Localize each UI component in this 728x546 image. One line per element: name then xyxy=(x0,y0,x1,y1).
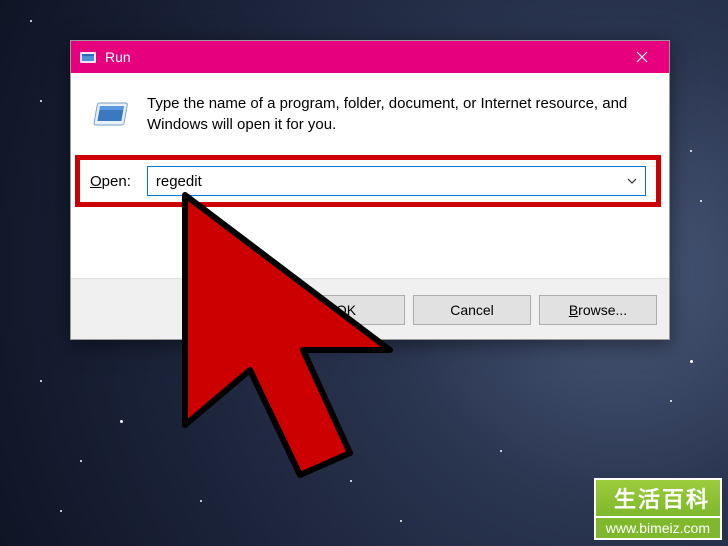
chevron-down-icon xyxy=(627,178,637,184)
dropdown-button[interactable] xyxy=(619,178,645,184)
open-label: Open: xyxy=(90,173,131,190)
open-input[interactable] xyxy=(148,173,619,190)
run-dialog: Run Type the name of a program, folder, … xyxy=(70,40,670,340)
open-input-highlight: Open: xyxy=(75,155,661,207)
dialog-description: Type the name of a program, folder, docu… xyxy=(147,93,649,135)
ok-button[interactable]: OK xyxy=(287,295,405,325)
close-button[interactable] xyxy=(619,41,665,73)
dialog-title: Run xyxy=(105,49,619,65)
run-dialog-icon xyxy=(91,95,131,135)
open-combobox[interactable] xyxy=(147,166,646,196)
browse-button[interactable]: Browse... xyxy=(539,295,657,325)
dialog-buttons: OK Cancel Browse... xyxy=(71,278,669,339)
watermark-url: www.bimeiz.com xyxy=(594,518,722,540)
close-icon xyxy=(636,51,648,63)
run-titlebar-icon xyxy=(79,48,97,66)
titlebar[interactable]: Run xyxy=(71,41,669,73)
cancel-button[interactable]: Cancel xyxy=(413,295,531,325)
watermark-title: 生活百科 xyxy=(594,478,722,518)
watermark: 生活百科 www.bimeiz.com xyxy=(594,478,722,540)
